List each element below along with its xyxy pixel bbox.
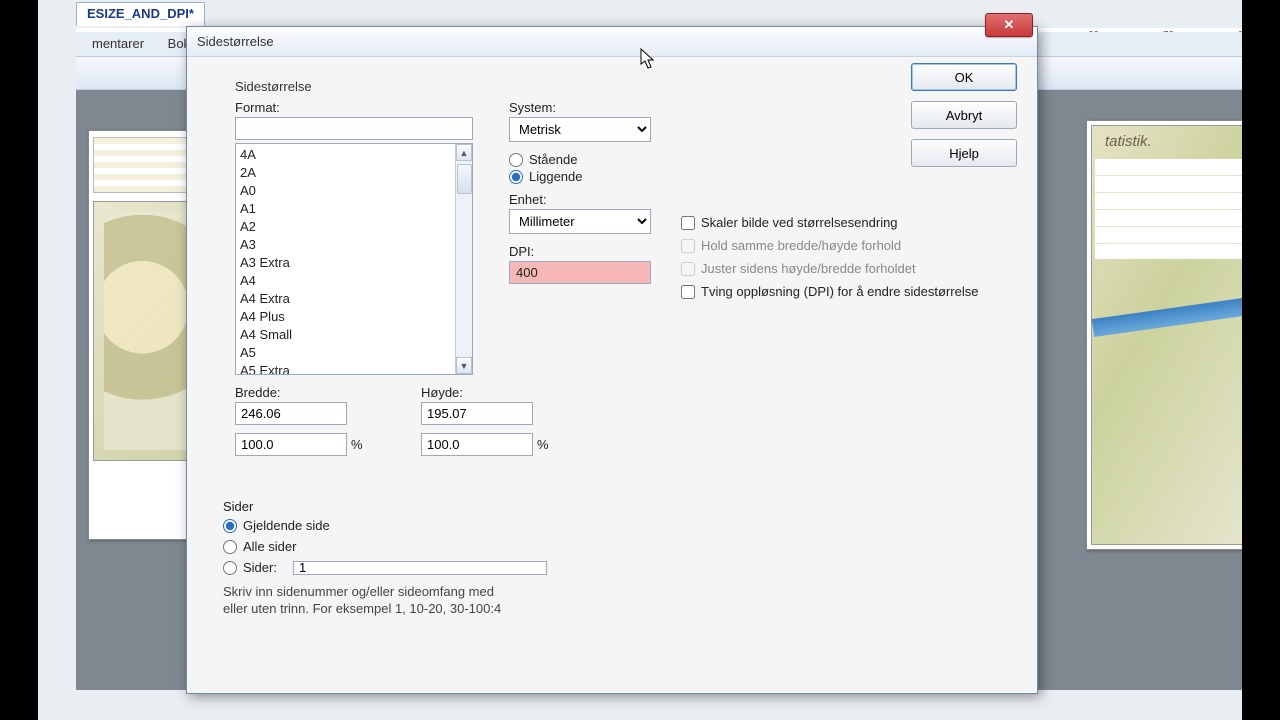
format-option[interactable]: A4 Small [240, 326, 451, 344]
page-range-input[interactable] [293, 561, 547, 575]
check-scale-image[interactable]: Skaler bilde ved størrelsesendring [681, 215, 1021, 230]
radio-landscape-input[interactable] [509, 170, 523, 184]
format-option[interactable]: A2 [240, 218, 451, 236]
width-percent-input[interactable] [235, 433, 347, 456]
radio-current-page[interactable]: Gjeldende side [223, 518, 665, 533]
format-option[interactable]: A5 [240, 344, 451, 362]
check-scale-image-input[interactable] [681, 216, 695, 230]
radio-all-pages[interactable]: Alle sider [223, 539, 665, 554]
width-input[interactable] [235, 402, 347, 425]
ok-button[interactable]: OK [911, 63, 1017, 91]
group-pages-label: Sider [223, 499, 665, 514]
help-button[interactable]: Hjelp [911, 139, 1017, 167]
radio-landscape[interactable]: Liggende [509, 169, 653, 184]
document-tab[interactable]: ESIZE_AND_DPI* [76, 2, 205, 26]
format-label: Format: [235, 100, 473, 115]
dpi-label: DPI: [509, 244, 653, 259]
format-input[interactable] [235, 117, 473, 140]
format-option[interactable]: A3 [240, 236, 451, 254]
dpi-input[interactable]: 400 [509, 261, 651, 284]
group-page-size-label: Sidestørrelse [235, 79, 653, 94]
format-option[interactable]: A4 Extra [240, 290, 451, 308]
page-range-help: Skriv inn sidenummer og/eller sideomfang… [223, 583, 665, 617]
check-force-dpi-input[interactable] [681, 285, 695, 299]
group-pages: Sider Gjeldende side Alle sider Sider: S… [223, 499, 665, 617]
height-input[interactable] [421, 402, 533, 425]
format-option[interactable]: A1 [240, 200, 451, 218]
scroll-up-icon[interactable]: ▲ [456, 144, 472, 161]
check-label: Tving oppløsning (DPI) for å endre sides… [701, 284, 978, 299]
system-select[interactable]: Metrisk [509, 117, 651, 142]
height-label: Høyde: [421, 385, 571, 400]
radio-label: Gjeldende side [243, 518, 330, 533]
check-force-dpi[interactable]: Tving oppløsning (DPI) for å endre sides… [681, 284, 1021, 299]
radio-label: Liggende [529, 169, 583, 184]
map-heading: tatistik. [1105, 133, 1152, 150]
radio-portrait[interactable]: Stående [509, 152, 653, 167]
close-button[interactable]: ✕ [985, 13, 1033, 37]
check-label: Skaler bilde ved størrelsesendring [701, 215, 898, 230]
check-label: Juster sidens høyde/bredde forholdet [701, 261, 916, 276]
radio-all-pages-input[interactable] [223, 540, 237, 554]
radio-portrait-input[interactable] [509, 153, 523, 167]
letterbox-right [1242, 0, 1280, 720]
scroll-down-icon[interactable]: ▼ [456, 357, 472, 374]
format-option[interactable]: A5 Extra [240, 362, 451, 374]
system-label: System: [509, 100, 653, 115]
width-label: Bredde: [235, 385, 385, 400]
check-keep-ratio-input[interactable] [681, 239, 695, 253]
format-option[interactable]: A4 [240, 272, 451, 290]
document-tab-label: ESIZE_AND_DPI* [87, 6, 194, 21]
check-keep-ratio[interactable]: Hold samme bredde/høyde forhold [681, 238, 1021, 253]
format-option[interactable]: A0 [240, 182, 451, 200]
unit-label: Enhet: [509, 192, 653, 207]
format-option[interactable]: 2A [240, 164, 451, 182]
group-page-size: Sidestørrelse Format: 4A2AA0A1A2A3A3 Ext… [223, 71, 665, 483]
check-adjust-ratio[interactable]: Juster sidens høyde/bredde forholdet [681, 261, 1021, 276]
radio-label: Stående [529, 152, 577, 167]
scroll-thumb[interactable] [457, 164, 472, 194]
letterbox-left [0, 0, 38, 720]
scrollbar[interactable]: ▲ ▼ [455, 144, 472, 374]
help-text-line: eller uten trinn. For eksempel 1, 10-20,… [223, 600, 665, 617]
page-size-dialog: Sidestørrelse ✕ OK Avbryt Hjelp Skaler b… [186, 26, 1038, 694]
percent-sign: % [351, 437, 363, 452]
radio-current-page-input[interactable] [223, 519, 237, 533]
check-label: Hold samme bredde/høyde forhold [701, 238, 901, 253]
help-text-line: Skriv inn sidenummer og/eller sideomfang… [223, 583, 665, 600]
height-percent-input[interactable] [421, 433, 533, 456]
format-listbox[interactable]: 4A2AA0A1A2A3A3 ExtraA4A4 ExtraA4 PlusA4 … [235, 143, 473, 375]
menu-kommentarer[interactable]: mentarer [82, 32, 154, 55]
dialog-title: Sidestørrelse [197, 34, 274, 49]
check-adjust-ratio-input[interactable] [681, 262, 695, 276]
close-icon: ✕ [1004, 17, 1015, 33]
radio-label: Alle sider [243, 539, 296, 554]
radio-page-range-label: Sider: [243, 560, 287, 575]
unit-select[interactable]: Millimeter [509, 209, 651, 234]
cancel-button[interactable]: Avbryt [911, 101, 1017, 129]
format-option[interactable]: A4 Plus [240, 308, 451, 326]
format-option[interactable]: A3 Extra [240, 254, 451, 272]
radio-page-range-input[interactable] [223, 561, 237, 575]
percent-sign: % [537, 437, 549, 452]
dialog-title-bar[interactable]: Sidestørrelse ✕ [187, 27, 1037, 57]
format-option[interactable]: 4A [240, 146, 451, 164]
